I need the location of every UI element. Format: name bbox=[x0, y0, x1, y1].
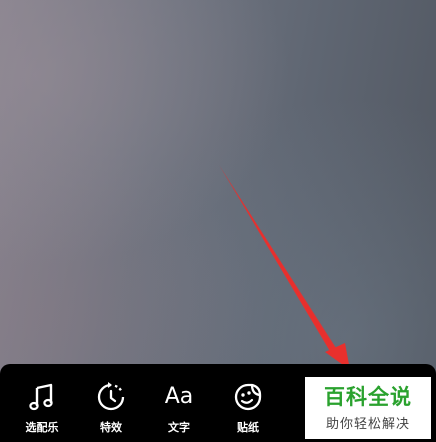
sticker-button[interactable]: 贴纸 bbox=[217, 380, 279, 440]
effects-button[interactable]: 特效 bbox=[80, 380, 142, 440]
text-label: 文字 bbox=[168, 421, 190, 434]
sticker-label: 贴纸 bbox=[237, 421, 259, 434]
text-button[interactable]: Aa 文字 bbox=[148, 380, 210, 440]
watermark-title: 百科全说 bbox=[324, 385, 412, 409]
text-aa-glyph: Aa bbox=[164, 384, 194, 409]
baike-watermark: 百科全说 助你轻松解决 bbox=[305, 377, 431, 439]
effects-label: 特效 bbox=[100, 421, 122, 434]
music-note-icon bbox=[25, 380, 59, 414]
select-music-label: 选配乐 bbox=[25, 421, 59, 434]
select-music-button[interactable]: 选配乐 bbox=[11, 380, 73, 440]
edit-toolbar: 选配乐 特效 Aa 文字 贴纸 bbox=[0, 374, 300, 442]
video-preview[interactable] bbox=[0, 0, 436, 374]
watermark-subtitle: 助你轻松解决 bbox=[325, 417, 410, 432]
text-aa-icon: Aa bbox=[162, 380, 196, 414]
sticker-icon bbox=[231, 380, 265, 414]
effects-timer-icon bbox=[94, 380, 128, 414]
